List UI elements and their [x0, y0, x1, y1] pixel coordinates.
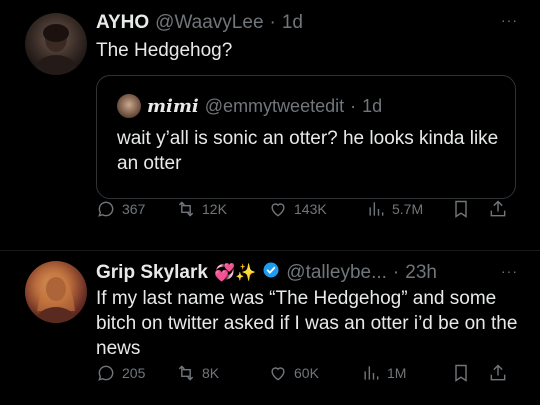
tweet-header: Grip Skylark 💞✨ @talleybe... · 23h [96, 261, 437, 285]
quoted-author-name: 𝒎𝒊𝒎𝒊 [147, 95, 199, 117]
separator-dot: · [392, 262, 400, 283]
author-name[interactable]: Grip Skylark [96, 262, 208, 284]
quoted-tweet[interactable]: 𝒎𝒊𝒎𝒊 @emmytweetedit · 1d wait y’all is s… [96, 75, 516, 199]
separator-dot: · [350, 95, 357, 116]
author-name[interactable]: AYHO [96, 12, 149, 34]
tweet-text: The Hedgehog? [96, 40, 233, 61]
author-handle[interactable]: @talleybe... [286, 262, 387, 284]
reply-icon [98, 365, 114, 381]
share-button[interactable] [488, 363, 508, 383]
views-icon [369, 202, 384, 216]
timestamp[interactable]: 23h [405, 262, 437, 284]
bookmark-button[interactable] [451, 363, 471, 383]
reply-count: 367 [122, 201, 146, 217]
avatar[interactable] [25, 261, 87, 323]
name-emojis: 💞✨ [213, 263, 257, 282]
like-count: 60K [294, 365, 319, 381]
repost-button[interactable]: 8K [176, 363, 219, 383]
author-handle[interactable]: @WaavyLee [155, 12, 263, 34]
quoted-tweet-header: 𝒎𝒊𝒎𝒊 @emmytweetedit · 1d [117, 94, 382, 118]
share-icon [490, 364, 506, 381]
like-icon [271, 367, 285, 381]
repost-button[interactable]: 12K [176, 199, 227, 219]
bookmark-button[interactable] [451, 199, 471, 219]
timestamp[interactable]: 1d [282, 12, 303, 34]
repost-count: 12K [202, 201, 227, 217]
views-button[interactable]: 5.7M [366, 199, 423, 219]
verified-badge-icon [262, 261, 280, 285]
like-icon [271, 203, 285, 217]
avatar-portrait [36, 273, 76, 323]
quoted-timestamp: 1d [362, 95, 383, 116]
quoted-avatar [117, 94, 141, 118]
tweet[interactable]: Grip Skylark 💞✨ @talleybe... · 23h ··· I… [0, 250, 540, 405]
separator-dot: · [269, 12, 276, 33]
share-button[interactable] [488, 199, 508, 219]
views-button[interactable]: 1M [361, 363, 406, 383]
like-button[interactable]: 60K [268, 363, 319, 383]
share-icon [490, 200, 506, 217]
reply-count: 205 [122, 365, 146, 381]
more-icon[interactable]: ··· [501, 263, 518, 279]
tweet-header: AYHO @WaavyLee · 1d [96, 12, 303, 34]
like-count: 143K [294, 201, 327, 217]
avatar[interactable] [25, 13, 87, 75]
view-count: 5.7M [392, 201, 424, 217]
repost-count: 8K [202, 365, 220, 381]
repost-icon [178, 201, 194, 217]
views-icon [364, 366, 379, 380]
reply-button[interactable]: 205 [96, 363, 145, 383]
repost-icon [178, 365, 194, 381]
avatar-portrait [34, 24, 78, 75]
view-count: 1M [387, 365, 407, 381]
bookmark-icon [455, 364, 467, 382]
reply-icon [98, 201, 114, 217]
like-button[interactable]: 143K [268, 199, 327, 219]
tweet[interactable]: AYHO @WaavyLee · 1d ··· The Hedgehog? 𝒎𝒊… [0, 0, 540, 250]
reply-button[interactable]: 367 [96, 199, 145, 219]
quoted-tweet-text: wait y’all is sonic an otter? he looks k… [117, 128, 499, 174]
more-icon[interactable]: ··· [501, 12, 518, 28]
quoted-author-handle: @emmytweetedit [204, 95, 345, 116]
tweet-text: If my last name was “The Hedgehog” and s… [96, 288, 518, 359]
bookmark-icon [455, 200, 467, 218]
